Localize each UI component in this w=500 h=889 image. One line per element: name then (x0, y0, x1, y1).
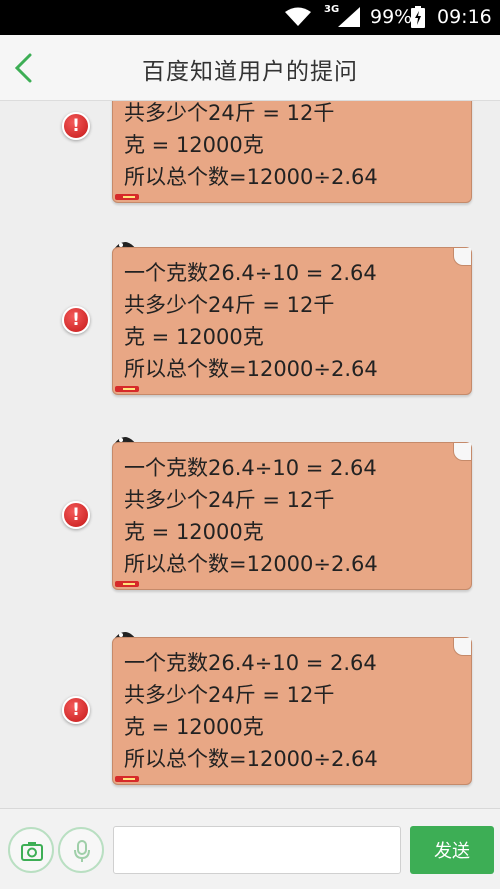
status-bar: 3G 99% 09:16 (0, 0, 500, 35)
page-title: 百度知道用户的提问 (142, 59, 358, 85)
send-button[interactable]: 发送 (410, 826, 494, 874)
bubble-tag-icon (115, 581, 139, 587)
bubble-corner (453, 443, 471, 461)
title-bar: 百度知道用户的提问 (0, 35, 500, 101)
wifi-icon (285, 7, 311, 26)
chat-list[interactable]: ! 共多少个24斤 = 12千 克 = 12000克 所以总个数=12000÷2… (0, 101, 500, 808)
send-failed-icon[interactable]: ! (62, 306, 90, 334)
network-type: 3G (324, 4, 340, 15)
bubble-corner (453, 248, 471, 266)
message-text: 一个克数26.4÷10 = 2.64 共多少个24斤 = 12千 克 = 120… (124, 261, 378, 381)
message-input[interactable] (113, 826, 401, 874)
bubble-tag-icon (115, 386, 139, 392)
bubble-tag-icon (115, 776, 139, 782)
bubble-corner (453, 638, 471, 656)
camera-icon (21, 842, 43, 861)
message-text: 共多少个24斤 = 12千 克 = 12000克 所以总个数=12000÷2.6… (124, 101, 378, 189)
battery-icon (411, 6, 425, 28)
voice-button[interactable] (58, 827, 104, 873)
send-failed-icon[interactable]: ! (62, 112, 90, 140)
camera-button[interactable] (8, 827, 54, 873)
message-text: 一个克数26.4÷10 = 2.64 共多少个24斤 = 12千 克 = 120… (124, 651, 378, 771)
message-item: ! 共多少个24斤 = 12千 克 = 12000克 所以总个数=12000÷2… (0, 101, 500, 225)
message-bubble[interactable]: 一个克数26.4÷10 = 2.64 共多少个24斤 = 12千 克 = 120… (112, 637, 472, 785)
message-bubble[interactable]: 共多少个24斤 = 12千 克 = 12000克 所以总个数=12000÷2.6… (112, 101, 472, 203)
message-bubble[interactable]: 一个克数26.4÷10 = 2.64 共多少个24斤 = 12千 克 = 120… (112, 247, 472, 395)
signal-icon (338, 7, 360, 27)
send-failed-icon[interactable]: ! (62, 501, 90, 529)
send-failed-icon[interactable]: ! (62, 696, 90, 724)
message-item: ! 一个克数26.4÷10 = 2.64 共多少个24斤 = 12千 克 = 1… (0, 237, 500, 407)
message-item: ! 一个克数26.4÷10 = 2.64 共多少个24斤 = 12千 克 = 1… (0, 432, 500, 602)
message-text: 一个克数26.4÷10 = 2.64 共多少个24斤 = 12千 克 = 120… (124, 456, 378, 576)
battery-percent: 99% (370, 6, 413, 28)
microphone-icon (74, 840, 90, 862)
clock: 09:16 (437, 6, 492, 28)
message-item: ! 一个克数26.4÷10 = 2.64 共多少个24斤 = 12千 克 = 1… (0, 627, 500, 797)
message-bubble[interactable]: 一个克数26.4÷10 = 2.64 共多少个24斤 = 12千 克 = 120… (112, 442, 472, 590)
bubble-tag-icon (115, 194, 139, 200)
input-bar: 发送 (0, 808, 500, 889)
